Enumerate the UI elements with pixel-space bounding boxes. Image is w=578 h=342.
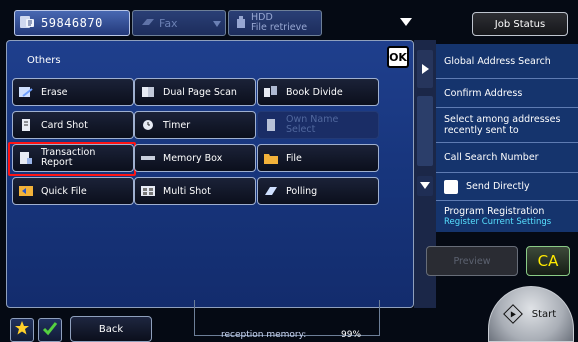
fax-tab-label: Fax (159, 16, 178, 30)
quick-file-label: Quick File (41, 185, 87, 197)
own-name-select-button[interactable]: Own Name Select (257, 111, 379, 139)
hdd-icon (235, 15, 247, 32)
hdd-file-retrieve-tab[interactable]: HDD File retrieve (228, 10, 322, 36)
action-panel: Global Address Search Confirm Address Se… (436, 44, 578, 232)
send-directly-label: Send Directly (466, 181, 530, 192)
timer-icon (141, 119, 155, 131)
send-directly-item[interactable]: Send Directly (436, 172, 578, 200)
start-label: Start (531, 308, 557, 320)
hdd-label-line2: File retrieve (251, 22, 308, 33)
program-registration-item[interactable]: Program Registration Register Current Se… (436, 200, 578, 232)
book-divide-button[interactable]: Book Divide (257, 78, 379, 106)
confirm-address-label: Confirm Address (444, 87, 523, 99)
polling-icon (264, 185, 278, 197)
preview-button[interactable]: Preview (426, 246, 518, 276)
address-tab[interactable]: 59846870 (14, 10, 130, 36)
favorite-button[interactable] (10, 318, 34, 342)
timer-label: Timer (163, 119, 191, 131)
program-registration-label: Program Registration (444, 205, 545, 217)
fax-tab[interactable]: Fax (132, 10, 226, 36)
panel-title: Others (27, 55, 61, 66)
confirm-address-item[interactable]: Confirm Address (436, 78, 578, 107)
memory-box-button[interactable]: Memory Box (134, 144, 256, 172)
card-shot-label: Card Shot (41, 119, 88, 131)
dual-page-scan-label: Dual Page Scan (163, 86, 237, 98)
polling-label: Polling (286, 185, 318, 197)
selection-highlight (8, 142, 136, 176)
address-number: 59846870 (41, 16, 103, 30)
file-label: File (286, 152, 302, 164)
polling-button[interactable]: Polling (257, 177, 379, 205)
address-book-icon (19, 14, 35, 33)
quick-file-button[interactable]: Quick File (12, 177, 134, 205)
fax-dropdown-icon (213, 17, 221, 30)
erase-button[interactable]: Erase (12, 78, 134, 106)
book-divide-icon (264, 86, 278, 98)
tab-dropdown-arrow-icon[interactable] (400, 18, 412, 26)
fax-icon (141, 17, 155, 30)
global-address-search-item[interactable]: Global Address Search (436, 44, 578, 78)
scroll-track-upper (417, 96, 433, 166)
scroll-up-segment[interactable] (417, 50, 433, 88)
own-name-select-label-line2: Select (286, 124, 316, 135)
scroll-thumb[interactable] (417, 176, 433, 196)
multi-shot-button[interactable]: Multi Shot (134, 177, 256, 205)
scroll-down-icon (420, 182, 430, 189)
recent-addresses-label: Select among addresses recently sent to (444, 114, 561, 136)
call-search-number-label: Call Search Number (444, 152, 539, 163)
multi-shot-icon (141, 185, 155, 197)
confirm-check-button[interactable] (38, 318, 62, 342)
folder-icon (264, 152, 278, 164)
star-icon (14, 320, 30, 340)
book-divide-label: Book Divide (286, 86, 343, 98)
dual-page-scan-button[interactable]: Dual Page Scan (134, 78, 256, 106)
memory-box-icon (141, 152, 155, 164)
reception-memory-label: reception memory: (221, 330, 307, 340)
screen: 59846870 Fax HDD File retrieve Others OK… (0, 0, 578, 342)
reception-memory-value: 99% (341, 330, 362, 340)
ok-button[interactable]: OK (387, 46, 409, 68)
timer-button[interactable]: Timer (134, 111, 256, 139)
memory-box-label: Memory Box (163, 152, 223, 164)
expand-right-icon (422, 64, 429, 74)
start-icon (502, 304, 523, 324)
checkmark-icon (42, 320, 58, 340)
dual-page-scan-icon (141, 86, 155, 98)
start-button[interactable]: Start (488, 286, 574, 342)
card-shot-button[interactable]: Card Shot (12, 111, 134, 139)
call-search-number-item[interactable]: Call Search Number (436, 142, 578, 172)
back-button[interactable]: Back (70, 316, 152, 342)
quick-file-icon (19, 185, 33, 197)
multi-shot-label: Multi Shot (163, 185, 211, 197)
erase-icon (19, 86, 33, 98)
recent-addresses-item[interactable]: Select among addresses recently sent to (436, 107, 578, 142)
global-address-search-label: Global Address Search (444, 55, 551, 67)
register-current-settings-label: Register Current Settings (444, 216, 552, 227)
own-name-select-icon (264, 119, 278, 131)
erase-label: Erase (41, 86, 68, 98)
send-directly-checkbox[interactable] (444, 179, 458, 194)
card-shot-icon (19, 119, 33, 131)
clear-all-button[interactable]: CA (526, 246, 570, 276)
job-status-button[interactable]: Job Status (472, 12, 568, 36)
file-button[interactable]: File (257, 144, 379, 172)
